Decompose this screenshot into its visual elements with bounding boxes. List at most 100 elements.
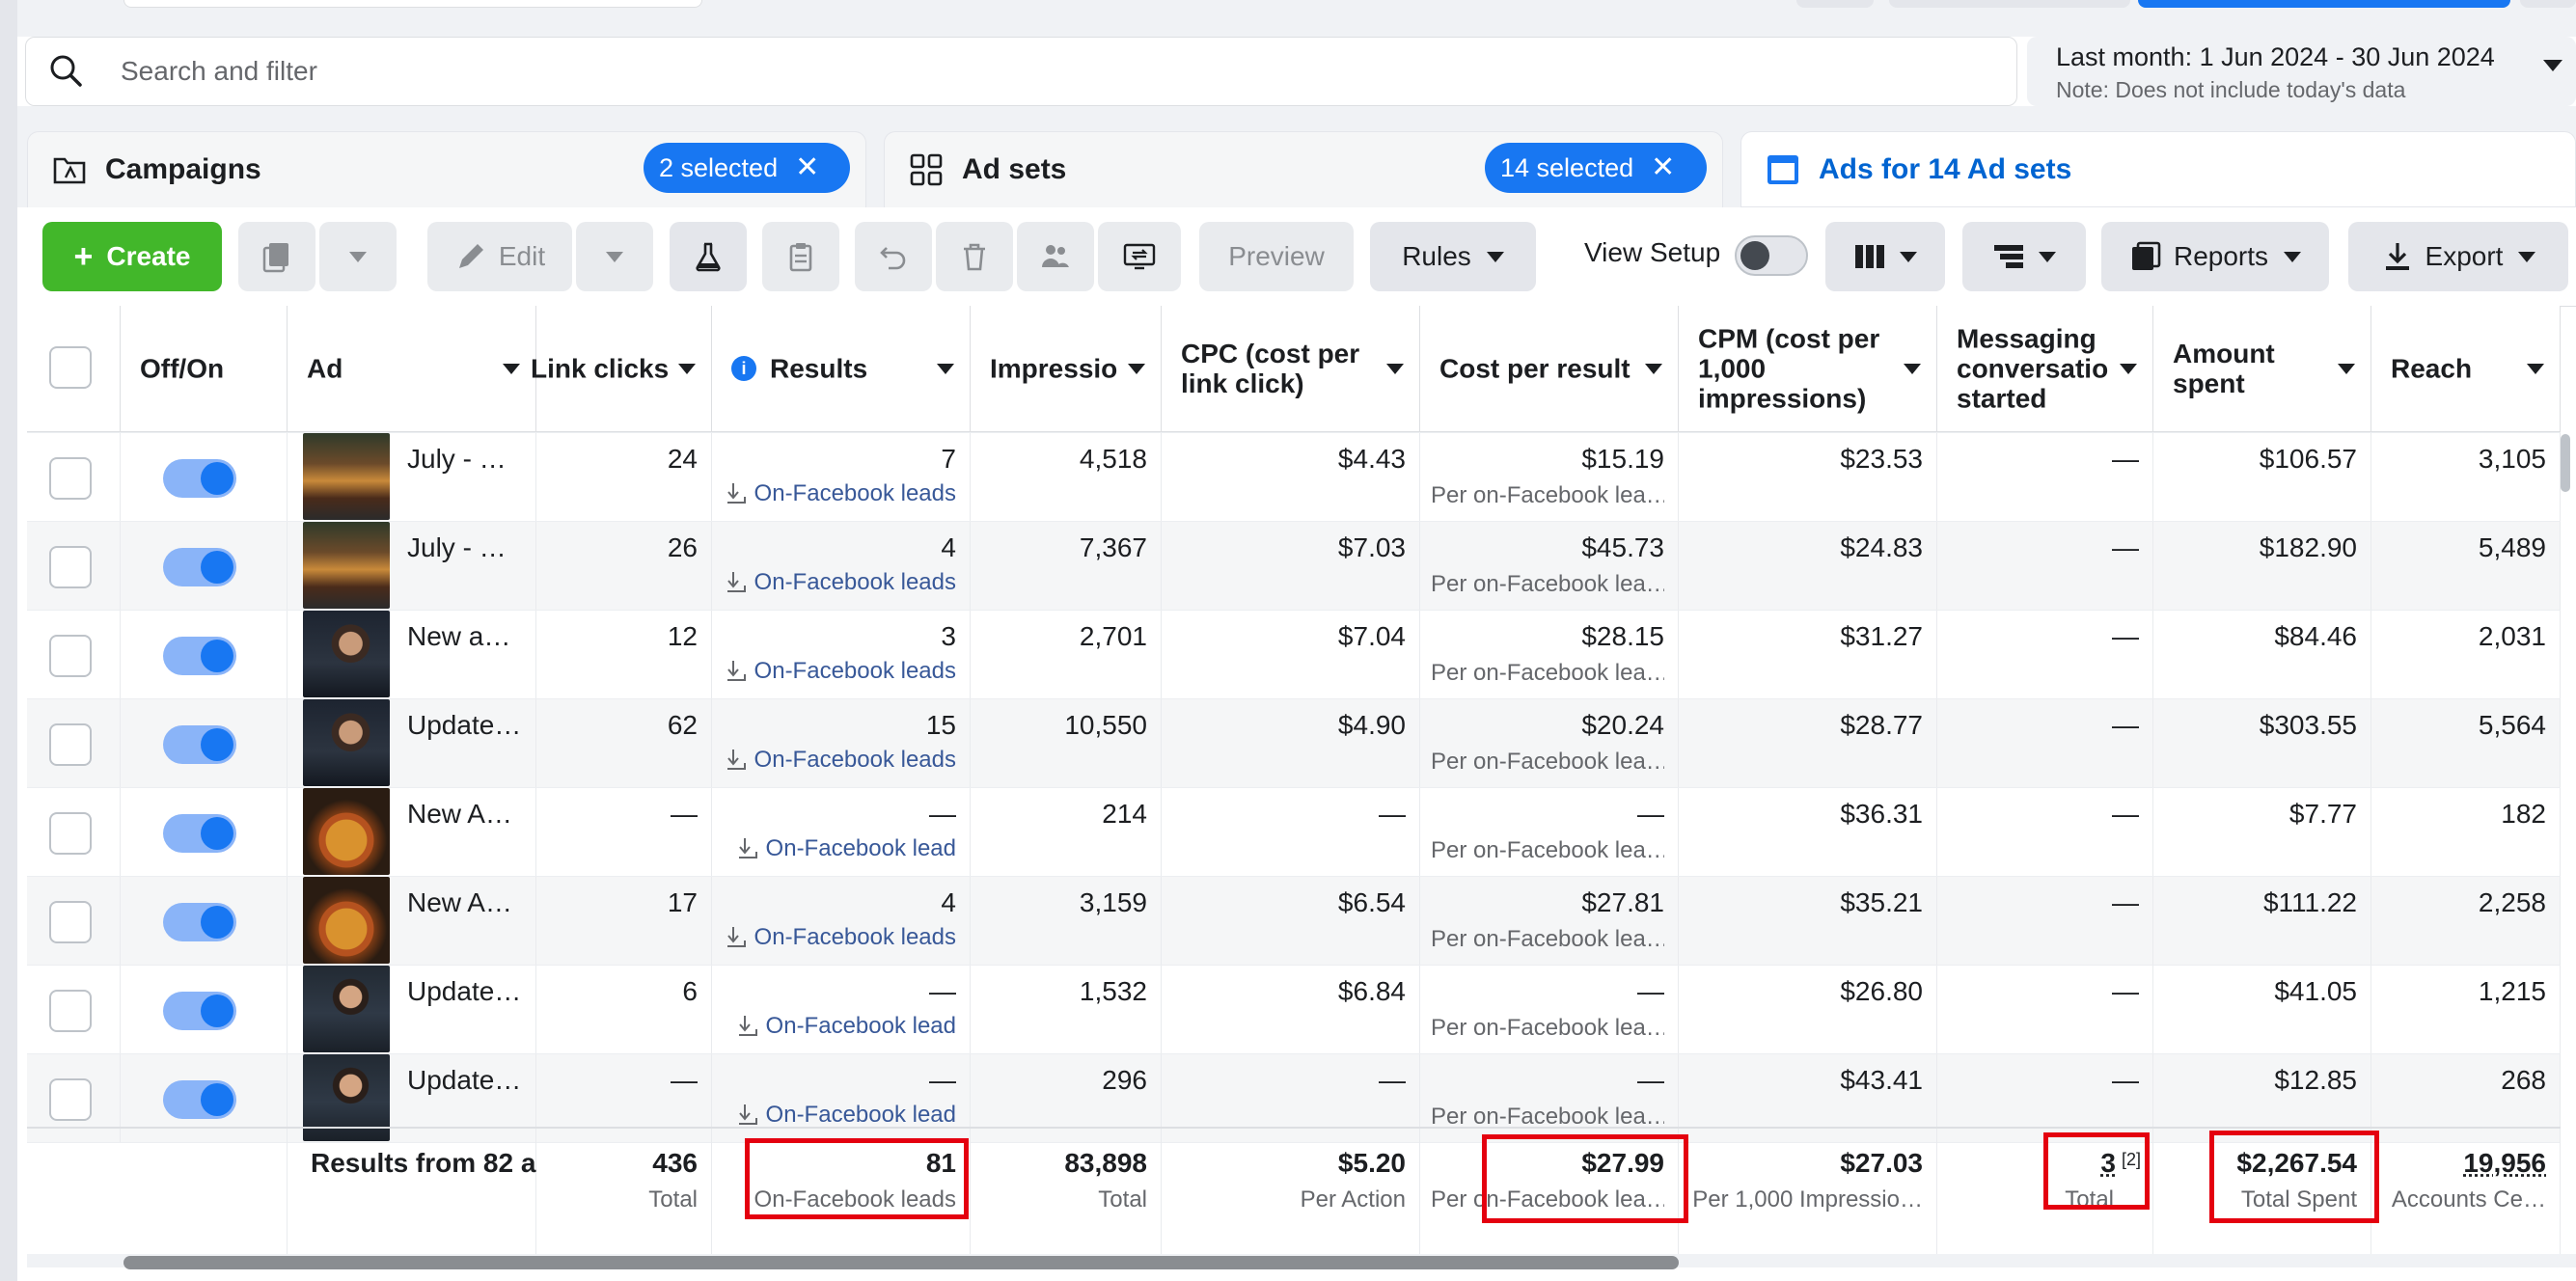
top-button-fragment[interactable] (1796, 0, 1874, 8)
compare-button[interactable] (1098, 222, 1181, 291)
clipboard-button[interactable] (762, 222, 839, 291)
breakdown-button[interactable] (1962, 222, 2086, 291)
result-type-link[interactable]: On-Facebook leads (726, 924, 956, 951)
row-checkbox[interactable] (49, 635, 92, 677)
header-messaging[interactable]: Messaging conversations started (1937, 306, 2153, 432)
search-bar[interactable]: Search and filter (25, 37, 2017, 106)
chevron-down-icon[interactable] (937, 364, 954, 374)
view-setup-toggle[interactable] (1735, 235, 1808, 276)
search-input[interactable]: Search and filter (121, 56, 317, 87)
info-icon[interactable]: i (731, 356, 756, 381)
result-type-label: On-Facebook leads (754, 747, 956, 773)
rules-button[interactable]: Rules (1370, 222, 1536, 291)
campaigns-selected-badge[interactable]: 2 selected ✕ (644, 143, 850, 193)
chevron-down-icon[interactable] (2338, 364, 2355, 374)
ad-thumbnail[interactable] (303, 966, 390, 1052)
ad-on-off-toggle[interactable] (163, 992, 236, 1030)
ad-name-link[interactable]: Update… (407, 710, 521, 741)
result-type-link[interactable]: On-Facebook leads (726, 658, 956, 685)
header-impressions[interactable]: Impressio (971, 306, 1162, 432)
header-cpm[interactable]: CPM (cost per 1,000 impressions) (1679, 306, 1937, 432)
top-button-fragment[interactable] (2520, 0, 2576, 8)
date-range-picker[interactable]: Last month: 1 Jun 2024 - 30 Jun 2024 Not… (2027, 37, 2576, 106)
row-checkbox[interactable] (49, 812, 92, 855)
top-field-fragment[interactable] (123, 0, 702, 8)
chevron-down-icon[interactable] (2120, 364, 2137, 374)
link-clicks-value: 26 (667, 532, 698, 562)
header-ad[interactable]: Ad (288, 306, 536, 432)
undo-button[interactable] (855, 222, 932, 291)
header-link-clicks[interactable]: Link clicks (531, 306, 712, 432)
ad-name-link[interactable]: July - … (407, 444, 507, 475)
ad-on-off-toggle[interactable] (163, 548, 236, 586)
ad-on-off-toggle[interactable] (163, 1080, 236, 1119)
ab-test-button[interactable] (670, 222, 747, 291)
ad-thumbnail[interactable] (303, 877, 390, 964)
total-value[interactable]: 19,956 (2463, 1148, 2546, 1179)
edit-button[interactable]: Edit (427, 222, 572, 291)
ad-thumbnail[interactable] (303, 433, 390, 520)
close-icon[interactable]: ✕ (795, 153, 819, 182)
columns-button[interactable] (1825, 222, 1945, 291)
duplicate-menu-button[interactable] (319, 222, 397, 291)
ad-name-link[interactable]: Update… (407, 1065, 521, 1096)
result-type-link[interactable]: On-Facebook lead (737, 1013, 956, 1040)
chevron-down-icon[interactable] (1386, 364, 1404, 374)
duplicate-button[interactable] (238, 222, 315, 291)
close-icon[interactable]: ✕ (1651, 153, 1675, 182)
chevron-down-icon[interactable] (1128, 364, 1145, 374)
row-checkbox[interactable] (49, 546, 92, 588)
edit-menu-button[interactable] (576, 222, 653, 291)
chevron-down-icon[interactable] (503, 364, 520, 374)
row-checkbox[interactable] (49, 1078, 92, 1121)
reach-value: 3,105 (2478, 444, 2546, 474)
ad-on-off-toggle[interactable] (163, 459, 236, 498)
header-amount-spent[interactable]: Amount spent (2153, 306, 2371, 432)
ad-on-off-toggle[interactable] (163, 903, 236, 941)
row-checkbox[interactable] (49, 457, 92, 500)
delete-button[interactable] (936, 222, 1013, 291)
result-type-link[interactable]: On-Facebook leads (726, 747, 956, 774)
chevron-down-icon[interactable] (1904, 364, 1921, 374)
tab-ads[interactable]: Ads for 14 Ad sets (1740, 131, 2576, 207)
export-button[interactable]: Export (2348, 222, 2568, 291)
header-cpc[interactable]: CPC (cost per link click) (1162, 306, 1420, 432)
result-type-link[interactable]: On-Facebook leads (726, 480, 956, 507)
ad-name-link[interactable]: July - … (407, 532, 507, 563)
tab-campaigns[interactable]: Campaigns 2 selected ✕ (27, 131, 866, 207)
chevron-down-icon[interactable] (1645, 364, 1662, 374)
ad-on-off-toggle[interactable] (163, 725, 236, 764)
row-checkbox[interactable] (49, 990, 92, 1032)
preview-button[interactable]: Preview (1199, 222, 1354, 291)
result-type-link[interactable]: On-Facebook lead (737, 835, 956, 862)
reports-button[interactable]: Reports (2101, 222, 2329, 291)
create-button[interactable]: + Create (42, 222, 222, 291)
tab-ad-sets[interactable]: Ad sets 14 selected ✕ (884, 131, 1723, 207)
header-reach[interactable]: Reach (2371, 306, 2561, 432)
ad-name-link[interactable]: New A… (407, 887, 512, 918)
horizontal-scrollbar-thumb[interactable] (123, 1256, 1679, 1269)
chevron-down-icon[interactable] (2527, 364, 2544, 374)
top-primary-button-fragment[interactable] (2138, 0, 2510, 8)
result-type-link[interactable]: On-Facebook leads (726, 569, 956, 596)
result-type-link[interactable]: On-Facebook lead (737, 1102, 956, 1129)
top-button-fragment[interactable] (1889, 0, 2130, 8)
header-results[interactable]: i Results (712, 306, 971, 432)
ad-on-off-toggle[interactable] (163, 814, 236, 853)
header-cost-per-result[interactable]: Cost per result (1420, 306, 1679, 432)
ad-name-link[interactable]: Update… (407, 976, 521, 1007)
ad-name-link[interactable]: New A… (407, 799, 512, 830)
row-checkbox[interactable] (49, 723, 92, 766)
audience-button[interactable] (1017, 222, 1094, 291)
ad-thumbnail[interactable] (303, 522, 390, 609)
chevron-down-icon[interactable] (678, 364, 696, 374)
ad-sets-selected-badge[interactable]: 14 selected ✕ (1485, 143, 1707, 193)
ad-name-link[interactable]: New a… (407, 621, 510, 652)
select-all-checkbox[interactable] (49, 346, 92, 389)
row-checkbox[interactable] (49, 901, 92, 943)
ad-thumbnail[interactable] (303, 788, 390, 875)
ad-on-off-toggle[interactable] (163, 637, 236, 675)
ad-thumbnail[interactable] (303, 611, 390, 697)
ad-thumbnail[interactable] (303, 699, 390, 786)
vertical-scrollbar-thumb[interactable] (2561, 434, 2570, 492)
